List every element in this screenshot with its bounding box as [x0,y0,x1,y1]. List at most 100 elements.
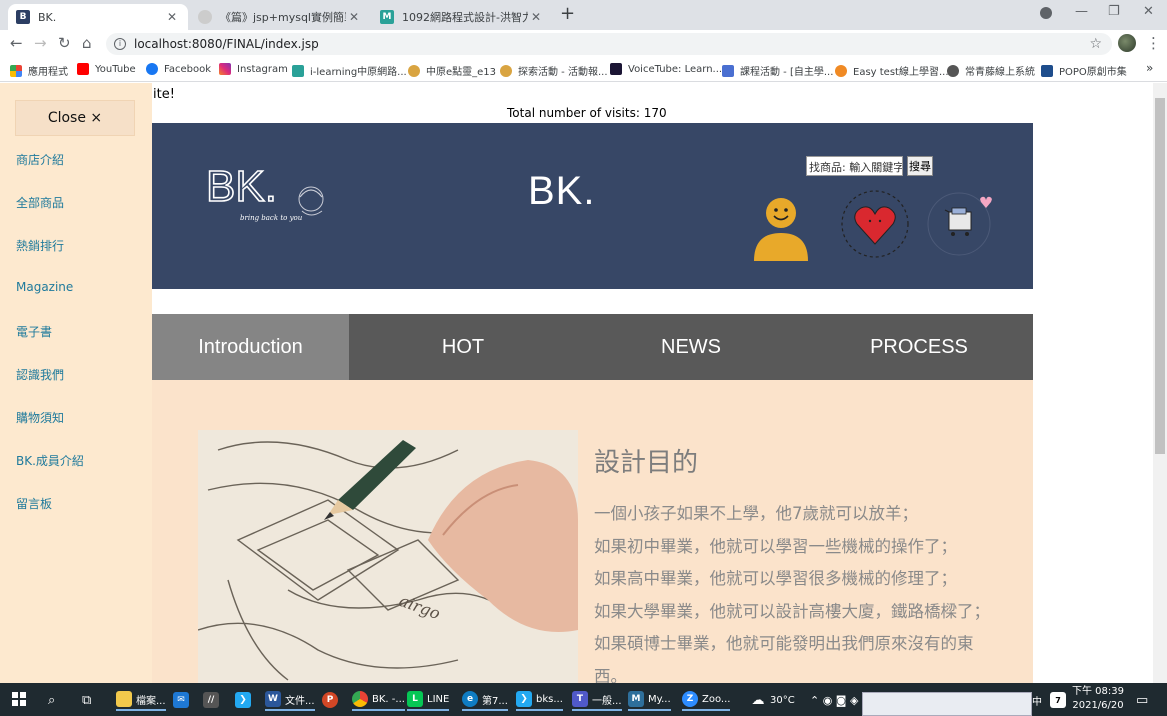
bookmark-label: YouTube [95,63,136,75]
taskbar-vscode[interactable]: ❯ [235,689,255,711]
taskbar-chrome[interactable]: BK. -... [352,689,405,711]
bookmark-facebook[interactable]: Facebook [146,63,211,75]
taskbar-powerpoint[interactable]: P [322,689,342,711]
tab-news[interactable]: NEWS [577,314,805,380]
search-input[interactable]: 找商品: 輸入關鍵字 [806,156,903,176]
mail-icon: ✉ [173,692,189,708]
bookmark-star-icon[interactable]: ☆ [1089,36,1102,52]
site-logo[interactable]: BK. bring back to you [205,161,336,233]
tab-hot[interactable]: HOT [349,314,577,380]
bookmark-label: Facebook [164,63,211,75]
reload-icon[interactable]: ↻ [58,34,71,52]
powerpoint-icon: P [322,692,338,708]
task-view-icon[interactable]: ⧉ [82,689,91,711]
sidebar-item-members[interactable]: BK.成員介紹 [16,452,84,469]
maximize-icon[interactable]: ❐ [1108,4,1120,19]
new-tab-button[interactable]: + [560,5,575,23]
member-icon[interactable] [750,195,812,261]
bookmark-ilearning[interactable]: i-learning中原網路... [292,63,407,78]
bookmark-cycu-e[interactable]: 中原e點靈_e13 [408,63,496,78]
calendar-icon: 7 [1050,692,1066,708]
close-tab-icon[interactable]: ✕ [164,10,180,24]
bookmark-label: 探索活動 - 活動報... [518,67,608,78]
owl-icon [500,64,512,77]
easytest-icon [835,64,847,77]
course-icon [722,64,734,77]
taskbar-mail[interactable]: ✉ [173,689,193,711]
page-favicon-icon [198,10,212,24]
bookmark-popo[interactable]: POPO原創市集 [1041,63,1127,78]
url-text: localhost:8080/FINAL/index.jsp [134,37,319,51]
browser-menu-icon[interactable]: ⋮ [1146,34,1161,52]
sidebar-item-store-intro[interactable]: 商店介紹 [16,151,64,168]
close-tab-icon[interactable]: ✕ [528,10,544,24]
calendar-tray-icon[interactable]: 7 [1050,689,1070,711]
zoom-icon: Z [682,691,698,707]
tab-ilearning[interactable]: M 1092網路程式設計-洪智力 - i-lear ✕ [372,4,552,30]
close-nav-button[interactable]: Close × [15,100,135,136]
search-button[interactable]: 搜尋 [907,156,933,176]
bookmark-apps[interactable]: 應用程式 [10,63,68,78]
profile-menu-icon[interactable] [1040,7,1052,19]
bookmark-youtube[interactable]: YouTube [77,63,136,75]
bookmark-ivy[interactable]: 常青藤線上系統 [947,63,1035,78]
taskbar-zoom[interactable]: Z Zoo... [682,689,731,711]
tab-process[interactable]: PROCESS [805,314,1033,380]
sidebar-item-about-us[interactable]: 認識我們 [16,366,64,383]
paragraph-line: 如果大學畢業，他就可以設計高樓大廈，鐵路橋樑了； [594,601,990,621]
forward-icon[interactable]: → [34,34,47,52]
bookmark-activities[interactable]: 探索活動 - 活動報... [500,63,608,78]
purpose-heading: 設計目的 [594,448,699,478]
avatar[interactable] [1118,34,1136,52]
tab-introduction[interactable]: Introduction [152,314,349,380]
bookmark-label: Easy test線上學習... [853,67,949,78]
site-header: BK. bring back to you BK. 找商品: 輸入關鍵字 搜尋 [152,123,1033,289]
system-clock[interactable]: 下午 08:39 2021/6/20 [1070,685,1126,713]
taskbar-ide[interactable]: // [203,689,223,711]
paragraph-line: 如果初中畢業，他就可以學習一些機械的操作了； [594,536,957,556]
back-icon[interactable]: ← [10,34,23,52]
taskbar-word[interactable]: W 文件... [265,689,315,711]
taskbar-teams[interactable]: T 一般... [572,689,622,711]
logo-sketch-icon: BK. bring back to you [205,161,324,222]
ime-indicator[interactable]: 中 [1032,689,1042,711]
address-bar[interactable]: i localhost:8080/FINAL/index.jsp ☆ [106,33,1112,55]
bookmark-instagram[interactable]: Instagram [219,63,288,75]
bookmark-easytest[interactable]: Easy test線上學習... [835,63,949,78]
browser-toolbar: ← → ↻ ⌂ i localhost:8080/FINAL/index.jsp… [0,30,1167,58]
start-button[interactable] [12,688,26,710]
sidebar-item-ebooks[interactable]: 電子書 [16,323,52,340]
notification-center-icon[interactable]: ▭ [1136,689,1148,711]
bookmark-voicetube[interactable]: VoiceTube: Learn... [610,63,722,75]
wishlist-heart-icon[interactable] [839,188,911,260]
close-tab-icon[interactable]: ✕ [346,10,362,24]
taskbar-edge[interactable]: e 第7... [462,689,508,711]
weather-widget[interactable]: ☁ 30°C [750,689,795,711]
page-scrollbar[interactable] [1153,83,1167,683]
tray-icons[interactable]: ⌃ ◉ ◙ ◈ [810,689,858,711]
tab-bk[interactable]: B BK. ✕ [8,4,188,30]
bookmarks-overflow-button[interactable]: » [1146,61,1153,75]
search-taskbar-icon[interactable]: ⌕ [48,689,55,711]
sidebar-item-bestsellers[interactable]: 熱銷排行 [16,237,64,254]
taskbar-line[interactable]: L LINE [407,689,450,711]
scrollbar-thumb[interactable] [1155,98,1165,454]
sidebar-item-all-products[interactable]: 全部商品 [16,194,64,211]
cart-icon[interactable] [927,188,999,260]
sidebar-item-guestbook[interactable]: 留言板 [16,495,52,512]
taskbar-mysql[interactable]: M My... [628,689,671,711]
bookmark-course[interactable]: 課程活動 - [自主學... [722,63,833,78]
taskbar-vscode-2[interactable]: ❯ bks... [516,689,563,711]
tray-preview-thumbnail[interactable] [862,692,1032,716]
sidebar-item-magazine[interactable]: Magazine [16,280,73,294]
clock-time: 下午 08:39 [1072,686,1124,697]
minimize-icon[interactable]: — [1075,4,1088,19]
taskbar-file-explorer[interactable]: 檔案... [116,689,166,711]
sidebar-item-shopping-info[interactable]: 購物須知 [16,409,64,426]
edge-icon: e [462,691,478,707]
home-icon[interactable]: ⌂ [82,34,92,52]
tab-jsp-mysql[interactable]: 《篇》jsp+mysql實例簡單的購 ✕ [190,4,370,30]
close-window-icon[interactable]: ✕ [1143,4,1154,19]
taskbar-label: 第7... [482,695,508,707]
site-info-icon[interactable]: i [114,38,126,50]
